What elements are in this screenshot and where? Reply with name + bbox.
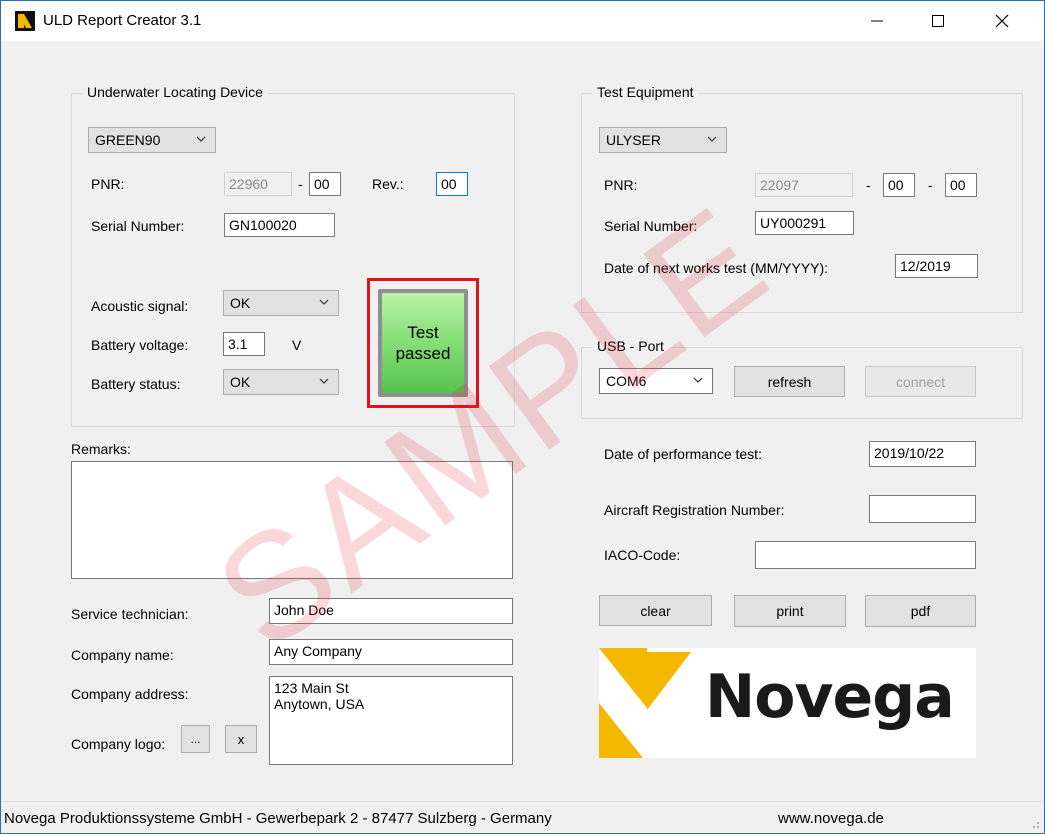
app-window: ULD Report Creator 3.1 Underwater Locati… [0,0,1045,834]
clear-button[interactable]: clear [599,595,712,626]
acoustic-signal-select[interactable]: OK [223,290,339,316]
chevron-down-icon [319,299,329,305]
company-logo-label: Company logo: [71,736,166,752]
usb-port-group-label: USB - Port [592,338,669,354]
test-equipment-group-label: Test Equipment [592,84,699,100]
uld-serial-field[interactable]: GN100020 [224,213,335,237]
minimize-button[interactable] [854,1,900,41]
test-status-line1: Test [407,323,439,342]
chevron-down-icon [693,377,703,383]
company-address-line1: 123 Main St [274,680,349,696]
novega-logo: Novega [599,648,976,758]
test-status-line2: passed [395,344,451,363]
novega-logo-text: Novega [705,662,955,732]
uld-serial-label: Serial Number: [91,218,185,234]
acoustic-signal-label: Acoustic signal: [91,298,189,314]
equipment-model-value: ULYSER [606,132,661,148]
service-technician-label: Service technician: [71,606,189,622]
performance-date-field[interactable]: 2019/10/22 [869,441,976,467]
chevron-down-icon [196,136,206,142]
connect-button[interactable]: connect [865,366,976,397]
equipment-serial-field[interactable]: UY000291 [755,211,854,235]
remove-logo-button[interactable]: x [225,725,257,753]
iaco-code-label: IACO-Code: [604,547,681,563]
print-button[interactable]: print [734,595,846,627]
battery-voltage-label: Battery voltage: [91,337,189,353]
uld-group-label: Underwater Locating Device [82,84,268,100]
battery-status-select[interactable]: OK [223,369,339,395]
maximize-icon [932,15,944,27]
uld-pnr-suffix-field[interactable]: 00 [309,172,341,196]
uld-pnr-dash: - [298,176,303,192]
uld-model-select[interactable]: GREEN90 [88,127,216,153]
uld-rev-label: Rev.: [372,176,404,192]
iaco-code-field[interactable] [755,541,976,569]
refresh-button[interactable]: refresh [734,366,845,397]
company-name-label: Company name: [71,647,174,663]
battery-voltage-unit: V [292,337,302,353]
status-bar: Novega Produktionssysteme GmbH - Gewerbe… [1,801,1044,833]
performance-date-label: Date of performance test: [604,446,762,462]
close-icon [995,14,1009,28]
aircraft-registration-field[interactable] [869,495,976,523]
equipment-pnr-label: PNR: [604,177,638,193]
company-address-footer: Novega Produktionssysteme GmbH - Gewerbe… [4,810,552,827]
usb-port-select[interactable]: COM6 [599,368,713,394]
remarks-field[interactable] [71,461,513,579]
company-address-label: Company address: [71,686,189,702]
test-equipment-group: Test Equipment [581,84,1023,313]
equipment-serial-label: Serial Number: [604,218,698,234]
app-icon [15,11,35,31]
usb-port-value: COM6 [606,373,647,389]
service-technician-field[interactable]: John Doe [269,598,513,624]
minimize-icon [871,20,883,22]
test-status-frame: Test passed [367,278,479,408]
equipment-pnr-mid-field[interactable]: 00 [883,173,915,197]
remarks-label: Remarks: [71,441,131,457]
company-address-field[interactable]: 123 Main St Anytown, USA [269,676,513,765]
battery-voltage-field[interactable]: 3.1 [223,332,265,356]
next-works-test-label: Date of next works test (MM/YYYY): [604,260,829,276]
company-name-field[interactable]: Any Company [269,639,513,665]
company-address-line2: Anytown, USA [274,696,365,712]
battery-status-label: Battery status: [91,376,181,392]
novega-logo-mark [599,648,691,758]
uld-rev-field[interactable]: 00 [436,172,468,196]
equipment-pnr-dash2: - [928,177,933,193]
window-title: ULD Report Creator 3.1 [43,12,202,29]
equipment-pnr-dash: - [866,177,871,193]
pdf-button[interactable]: pdf [865,595,976,627]
aircraft-registration-label: Aircraft Registration Number: [604,502,785,518]
maximize-button[interactable] [915,1,961,41]
website-link[interactable]: www.novega.de [778,810,884,827]
browse-logo-button[interactable]: ... [181,725,210,753]
next-works-test-field[interactable]: 12/2019 [895,254,978,278]
uld-pnr-label: PNR: [91,176,125,192]
chevron-down-icon [319,378,329,384]
uld-model-value: GREEN90 [95,132,161,148]
equipment-model-select[interactable]: ULYSER [599,127,727,153]
equipment-pnr-field[interactable]: 22097 [755,173,853,197]
test-status-indicator[interactable]: Test passed [378,289,468,397]
uld-pnr-field[interactable]: 22960 [224,172,292,196]
chevron-down-icon [707,136,717,142]
resize-grip-icon[interactable] [1027,816,1041,830]
battery-status-value: OK [230,374,251,390]
acoustic-signal-value: OK [230,295,251,311]
title-bar: ULD Report Creator 3.1 [1,1,1044,41]
close-button[interactable] [979,1,1025,41]
equipment-pnr-end-field[interactable]: 00 [945,173,977,197]
